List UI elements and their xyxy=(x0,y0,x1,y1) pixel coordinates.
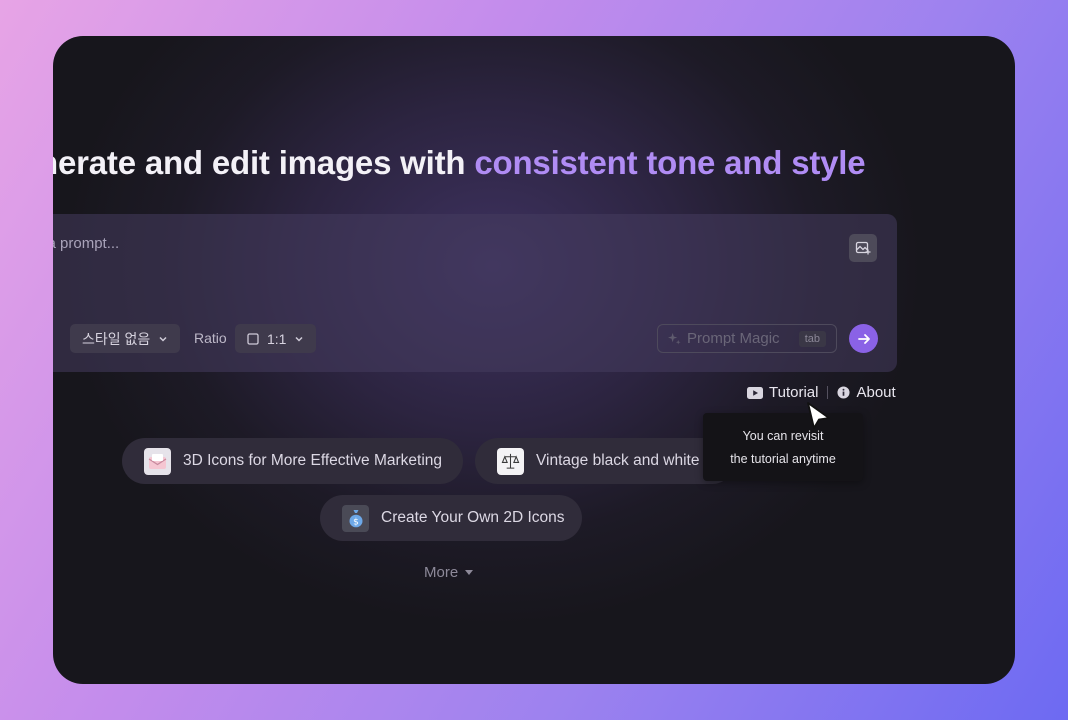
headline-main: nerate and edit images with xyxy=(53,144,475,181)
prompt-box: es 스타일 없음 Ratio 1:1 Prompt Magic tab xyxy=(53,214,897,372)
youtube-icon xyxy=(747,386,763,399)
app-window: nerate and edit images with consistent t… xyxy=(53,36,1015,684)
link-separator xyxy=(827,386,829,399)
image-upload-button[interactable] xyxy=(849,234,877,262)
envelope-3d-icon xyxy=(144,447,171,475)
style-dropdown[interactable]: 스타일 없음 xyxy=(70,324,181,353)
suggestion-label: 3D Icons for More Effective Marketing xyxy=(183,452,443,469)
help-links: Tutorial About xyxy=(747,384,896,401)
tutorial-label: Tutorial xyxy=(769,384,819,401)
submit-button[interactable] xyxy=(849,324,878,353)
tutorial-link[interactable]: Tutorial xyxy=(747,384,818,401)
ratio-value: 1:1 xyxy=(267,330,287,347)
prompt-magic-input[interactable]: Prompt Magic tab xyxy=(657,324,837,353)
page-headline: nerate and edit images with consistent t… xyxy=(53,144,866,182)
suggestion-pill[interactable]: 3D Icons for More Effective Marketing xyxy=(122,438,463,484)
svg-text:$: $ xyxy=(353,517,359,527)
suggestion-label: Create Your Own 2D Icons xyxy=(381,509,565,526)
prompt-input[interactable] xyxy=(53,234,737,253)
suggestion-pill[interactable]: $ Create Your Own 2D Icons xyxy=(320,495,582,541)
ratio-dropdown[interactable]: 1:1 xyxy=(235,324,317,353)
square-ratio-icon xyxy=(247,332,259,345)
info-icon xyxy=(837,386,851,399)
tutorial-tooltip: You can revisit the tutorial anytime xyxy=(703,413,863,481)
scales-icon xyxy=(497,447,524,475)
about-label: About xyxy=(856,384,896,401)
image-add-icon xyxy=(855,241,871,255)
suggestion-pill[interactable]: Vintage black and white xyxy=(475,438,735,484)
chevron-down-icon xyxy=(159,336,167,342)
tab-key-badge: tab xyxy=(798,330,826,347)
arrow-right-icon xyxy=(857,333,870,344)
more-label: More xyxy=(424,564,459,581)
tooltip-line-1: You can revisit xyxy=(742,428,824,443)
tooltip-line-2: the tutorial anytime xyxy=(730,451,836,466)
chevron-down-icon xyxy=(295,336,303,342)
prompt-magic-placeholder: Prompt Magic xyxy=(687,330,780,347)
caret-down-icon xyxy=(465,570,474,575)
about-link[interactable]: About xyxy=(837,384,896,401)
sparkle-icon xyxy=(668,332,681,345)
suggestion-label: Vintage black and white xyxy=(536,452,700,469)
ratio-label: Ratio xyxy=(194,330,227,346)
mouse-cursor-icon xyxy=(807,402,830,429)
style-value: 스타일 없음 xyxy=(82,330,151,347)
money-bag-icon: $ xyxy=(342,504,369,532)
more-button[interactable]: More xyxy=(424,564,474,581)
headline-accent: consistent tone and style xyxy=(474,144,866,181)
